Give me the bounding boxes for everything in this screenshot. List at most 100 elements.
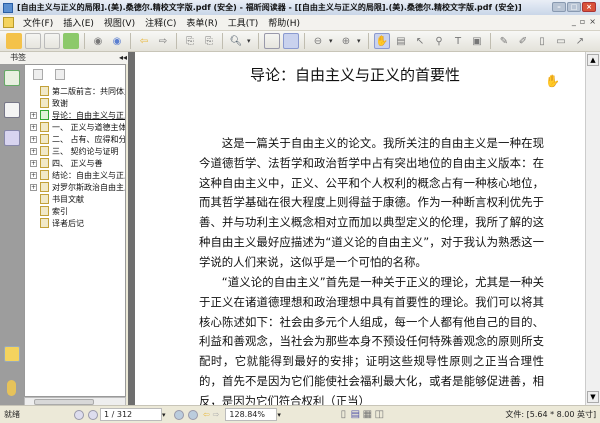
panel-splitter[interactable] (128, 52, 135, 405)
bookmark-icon (40, 110, 49, 120)
bookmark-item[interactable]: + 结论：自由主义与正义 (25, 169, 125, 181)
rotate-right-icon[interactable]: ⎘ (201, 33, 217, 49)
menu-help[interactable]: 帮助(H) (263, 16, 305, 29)
bookmark-item[interactable]: + 一、 正义与道德主体 (25, 121, 125, 133)
menu-view[interactable]: 视图(V) (99, 16, 140, 29)
bookmark-icon (40, 194, 49, 204)
bookmark-item[interactable]: 译者后记 (25, 217, 125, 229)
actual-size-icon[interactable] (264, 33, 280, 49)
rotate-left-icon[interactable]: ⎘ (182, 33, 198, 49)
bookmark-item[interactable]: 致谢 (25, 97, 125, 109)
pages-tab-icon[interactable] (4, 102, 20, 118)
email-icon[interactable] (63, 33, 79, 49)
bookmark-item[interactable]: + 导论：自由主义与正义 (25, 109, 125, 121)
bookmark-label: 致谢 (52, 98, 68, 108)
find-icon[interactable]: ⚲ (431, 33, 447, 49)
zoom-icon[interactable]: 🔍︎ (228, 33, 244, 49)
forward-icon[interactable]: ⇨ (213, 410, 220, 419)
bookmark-label: 结论：自由主义与正义 (52, 170, 126, 180)
bookmark-icon (40, 86, 49, 96)
layers-tab-icon[interactable] (4, 130, 20, 146)
window-title: [自由主义与正义的局限].(美).桑德尔.精校文字版.pdf (安全) - 福昕… (17, 3, 522, 12)
minimize-button[interactable]: – (552, 2, 566, 12)
bookmark-item[interactable]: + 二、 占有、应得和分配 (25, 133, 125, 145)
status-bar: 就绪 1 / 312 ▾ ⇦ ⇨ 128.84% ▾ ▯ ▤ ▦ ◫ 文件: [… (0, 405, 600, 423)
back-icon[interactable]: ⇦ (136, 33, 152, 49)
sidebar-icon-strip (0, 64, 24, 405)
expand-icon[interactable]: + (30, 159, 37, 167)
select-text-icon[interactable]: T (450, 33, 466, 49)
bookmark-item[interactable]: + 四、 正义与善 (25, 157, 125, 169)
forward-icon[interactable]: ⇨ (155, 33, 171, 49)
bookmark-icon (40, 98, 49, 108)
note-icon[interactable]: ✎ (496, 33, 512, 49)
menu-file[interactable]: 文件(F) (18, 16, 58, 29)
maximize-button[interactable]: □ (567, 2, 581, 12)
expand-icon[interactable]: + (30, 183, 37, 191)
fit-page-icon[interactable] (283, 33, 299, 49)
bookmark-label: 一、 正义与道德主体 (52, 122, 126, 132)
comments-tab-icon[interactable] (4, 346, 20, 362)
expand-icon[interactable]: + (30, 111, 37, 119)
hand-tool-icon[interactable]: ✋ (374, 33, 390, 49)
save-icon[interactable] (25, 33, 41, 49)
print-icon[interactable] (44, 33, 60, 49)
bookmark-item[interactable]: + 三、 契约论与证明 (25, 145, 125, 157)
bookmark-item[interactable]: 书目文献 (25, 193, 125, 205)
bookmark-label: 对罗尔斯政治自由主义 (52, 182, 126, 192)
collapse-panel-icon[interactable]: ◂◂ (119, 52, 127, 64)
bookmark-label: 二、 占有、应得和分配 (52, 134, 126, 144)
bookmark-item[interactable]: 第二版前言：共同体主 (25, 85, 125, 97)
bookmarks-tab-icon[interactable] (4, 70, 20, 86)
facing-icon[interactable]: ▦ (361, 407, 373, 423)
menu-insert[interactable]: 插入(E) (58, 16, 99, 29)
pencil-icon[interactable]: ✐ (515, 33, 531, 49)
bookmark-item[interactable]: 索引 (25, 205, 125, 217)
doc-close-button[interactable]: × (589, 17, 596, 26)
menu-comment[interactable]: 注释(C) (140, 16, 181, 29)
previous-page-icon[interactable]: ◉ (90, 33, 106, 49)
doc-minimize-button[interactable]: _ (572, 17, 576, 26)
bookmark-label: 索引 (52, 206, 68, 216)
snapshot-icon[interactable]: ▤ (393, 33, 409, 49)
select-icon[interactable]: ↖ (412, 33, 428, 49)
document-vertical-scrollbar[interactable]: ▲ ▼ (585, 52, 600, 405)
zoom-dropdown-icon[interactable]: ▾ (277, 411, 287, 419)
continuous-facing-icon[interactable]: ◫ (373, 407, 385, 423)
next-page-icon[interactable] (174, 409, 184, 420)
new-bookmark-icon[interactable] (55, 69, 65, 80)
open-icon[interactable] (6, 33, 22, 49)
bookmark-label: 导论：自由主义与正义 (52, 110, 126, 120)
back-icon[interactable]: ⇦ (203, 410, 210, 419)
attachments-tab-icon[interactable] (7, 380, 16, 396)
expand-icon[interactable]: + (30, 147, 37, 155)
page-dropdown-icon[interactable]: ▾ (162, 411, 172, 419)
continuous-icon[interactable]: ▤ (349, 407, 361, 423)
first-page-icon[interactable] (74, 409, 84, 420)
menu-tools[interactable]: 工具(T) (223, 16, 264, 29)
expand-icon[interactable]: + (30, 171, 37, 179)
bookmark-icon (40, 182, 49, 192)
image-icon[interactable]: ▣ (469, 33, 485, 49)
comment-icon[interactable]: ▭ (553, 33, 569, 49)
single-page-icon[interactable]: ▯ (337, 407, 349, 423)
prev-page-icon[interactable] (88, 409, 98, 420)
last-page-icon[interactable] (188, 409, 198, 420)
zoom-in-icon[interactable]: ⊕ (338, 33, 354, 49)
next-page-icon[interactable]: ◉ (109, 33, 125, 49)
zoom-out-icon[interactable]: ⊖ (310, 33, 326, 49)
bookmark-item[interactable]: + 对罗尔斯政治自由主义 (25, 181, 125, 193)
page-number-input[interactable]: 1 / 312 (100, 408, 162, 421)
menu-form[interactable]: 表单(R) (181, 16, 222, 29)
delete-bookmark-icon[interactable] (33, 69, 43, 80)
arrow-icon[interactable]: ↗ (572, 33, 588, 49)
textbox-icon[interactable]: ▯ (534, 33, 550, 49)
expand-icon[interactable]: + (30, 123, 37, 131)
bookmark-icon (40, 146, 49, 156)
close-button[interactable]: × (582, 2, 596, 12)
hand-cursor-icon: ✋ (545, 74, 560, 88)
doc-restore-button[interactable]: ▫ (580, 17, 585, 26)
expand-icon[interactable]: + (30, 135, 37, 143)
zoom-input[interactable]: 128.84% (225, 408, 278, 421)
document-icon (3, 17, 14, 28)
